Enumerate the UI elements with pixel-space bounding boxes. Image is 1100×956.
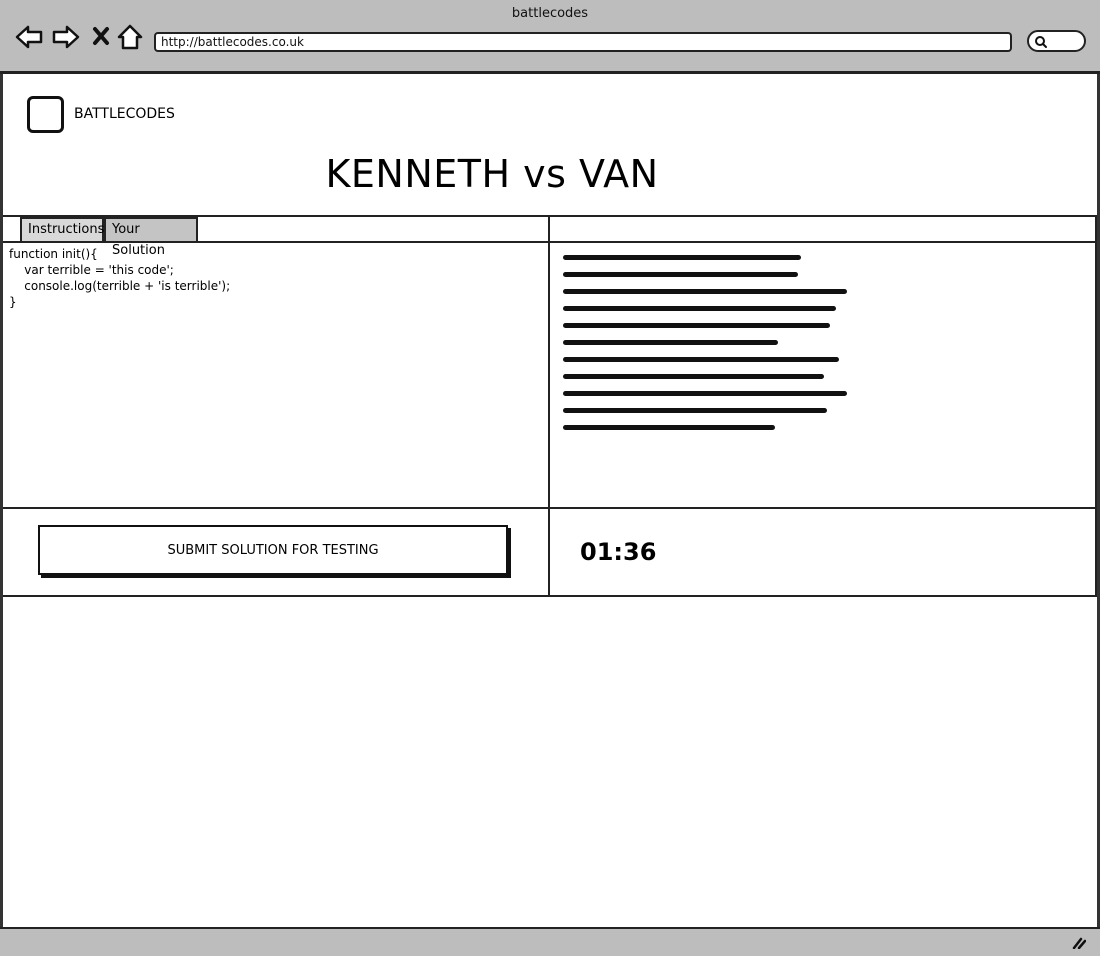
browser-search-button[interactable] <box>1027 30 1086 52</box>
search-icon <box>1035 36 1047 48</box>
code-line: var terrible = 'this code'; <box>9 263 174 277</box>
browser-chrome: battlecodes http://battlecodes.co.uk <box>0 0 1100 74</box>
tab-your-solution[interactable]: Your Solution <box>104 217 198 258</box>
tab-instructions[interactable]: Instructions <box>20 217 104 241</box>
countdown-timer: 01:36 <box>580 538 657 566</box>
window-title: battlecodes <box>511 6 589 21</box>
code-line: } <box>9 295 17 309</box>
divider <box>3 507 1097 509</box>
code-line: console.log(terrible + 'is terrible'); <box>9 279 231 293</box>
url-input[interactable]: http://battlecodes.co.uk <box>154 32 1012 52</box>
match-title: KENNETH vs VAN <box>325 152 659 196</box>
code-editor[interactable]: function init(){ var terrible = 'this co… <box>9 246 230 310</box>
placeholder-line <box>563 289 848 294</box>
logo-text: BATTLECODES <box>74 106 175 122</box>
divider <box>3 241 1097 243</box>
divider <box>548 215 550 597</box>
submit-solution-button[interactable]: SUBMIT SOLUTION FOR TESTING <box>38 525 508 575</box>
forward-arrow-icon[interactable] <box>51 22 81 52</box>
divider <box>1095 215 1097 597</box>
status-bar <box>0 927 1100 956</box>
home-icon[interactable] <box>115 22 145 52</box>
logo-icon <box>27 96 64 133</box>
resize-handle-icon[interactable] <box>1072 937 1086 949</box>
placeholder-line <box>563 306 836 311</box>
placeholder-line <box>563 323 830 328</box>
placeholder-line <box>563 272 798 277</box>
placeholder-line <box>563 255 801 260</box>
code-line: function init(){ <box>9 247 98 261</box>
divider <box>3 595 1097 597</box>
placeholder-line <box>563 425 775 430</box>
placeholder-line <box>563 391 848 396</box>
placeholder-line <box>563 374 824 379</box>
output-panel-placeholder-text <box>563 255 853 442</box>
stop-x-icon[interactable] <box>88 22 118 52</box>
window-frame <box>0 0 1100 956</box>
placeholder-line <box>563 357 839 362</box>
placeholder-line <box>563 408 827 413</box>
placeholder-line <box>563 340 778 345</box>
back-arrow-icon[interactable] <box>14 22 44 52</box>
